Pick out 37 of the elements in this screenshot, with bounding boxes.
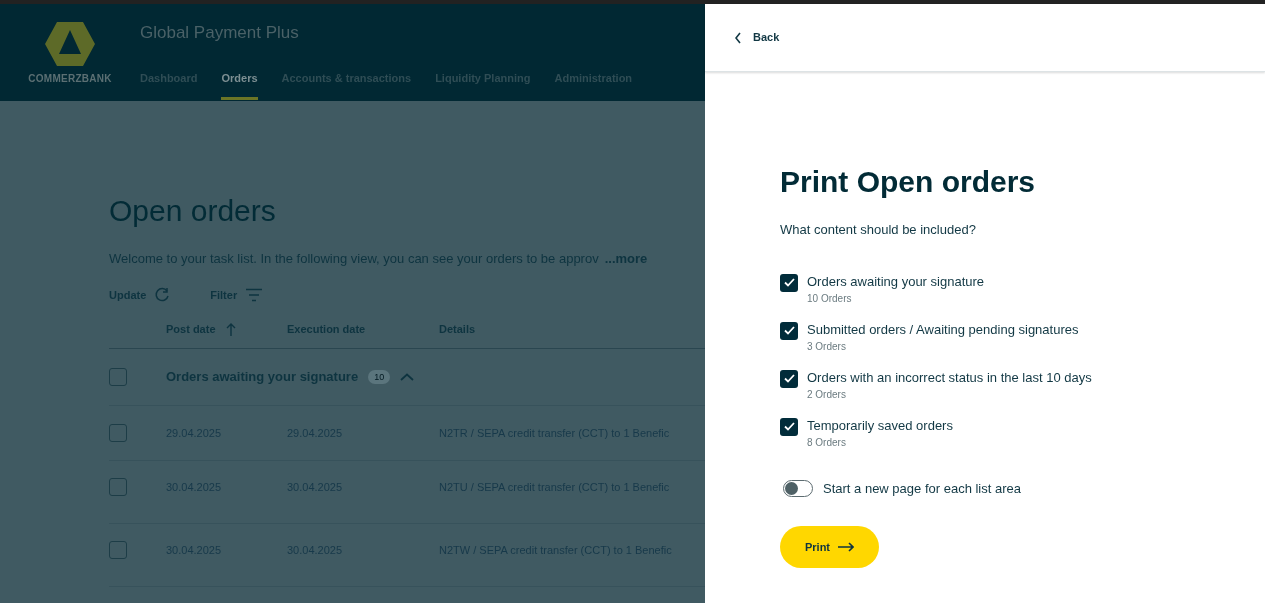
filter-icon	[245, 287, 264, 302]
checkbox[interactable]	[780, 417, 798, 436]
print-button[interactable]: Print	[780, 526, 879, 568]
option-label: Temporarily saved orders	[807, 416, 953, 435]
checkbox[interactable]	[780, 321, 798, 340]
back-link[interactable]: Back	[735, 29, 780, 46]
checkbox[interactable]	[109, 541, 127, 559]
checkbox[interactable]	[109, 478, 127, 496]
toggle-label: Start a new page for each list area	[823, 479, 1021, 498]
arrow-right-icon	[838, 542, 855, 552]
order-count: 3 Orders	[807, 339, 847, 354]
option-label: Orders awaiting your signature	[807, 272, 985, 291]
checkbox[interactable]	[109, 424, 127, 442]
checkmark-icon	[783, 422, 795, 431]
refresh-icon	[154, 286, 171, 303]
option-label: Orders with an incorrect status in the last 10 days	[807, 368, 1092, 387]
arrow-up-icon	[225, 322, 236, 336]
count-badge: 10	[368, 370, 391, 384]
order-count: 8 Orders	[807, 435, 847, 450]
checkbox[interactable]	[109, 368, 127, 386]
checkbox[interactable]	[780, 273, 798, 292]
order-count: 10 Orders	[807, 291, 853, 306]
app-title: Global Payment Plus	[140, 22, 300, 44]
chevron-left-icon	[735, 31, 741, 44]
question-text: What content should be included?	[780, 221, 977, 239]
checkmark-icon	[783, 278, 795, 287]
toggle-switch[interactable]	[783, 479, 813, 497]
nav-tab[interactable]: Orders	[221, 69, 258, 100]
page-title: Open orders	[109, 193, 277, 229]
checkmark-icon	[783, 374, 795, 383]
order-count: 2 Orders	[807, 387, 847, 402]
logo-icon	[45, 22, 95, 66]
option-label: Submitted orders / Awaiting pending signatures	[807, 320, 1079, 339]
logo-text: COMMERZBANK	[28, 72, 112, 86]
panel-title: Print Open orders	[780, 164, 1037, 200]
checkmark-icon	[783, 326, 795, 335]
checkbox[interactable]	[780, 369, 798, 388]
